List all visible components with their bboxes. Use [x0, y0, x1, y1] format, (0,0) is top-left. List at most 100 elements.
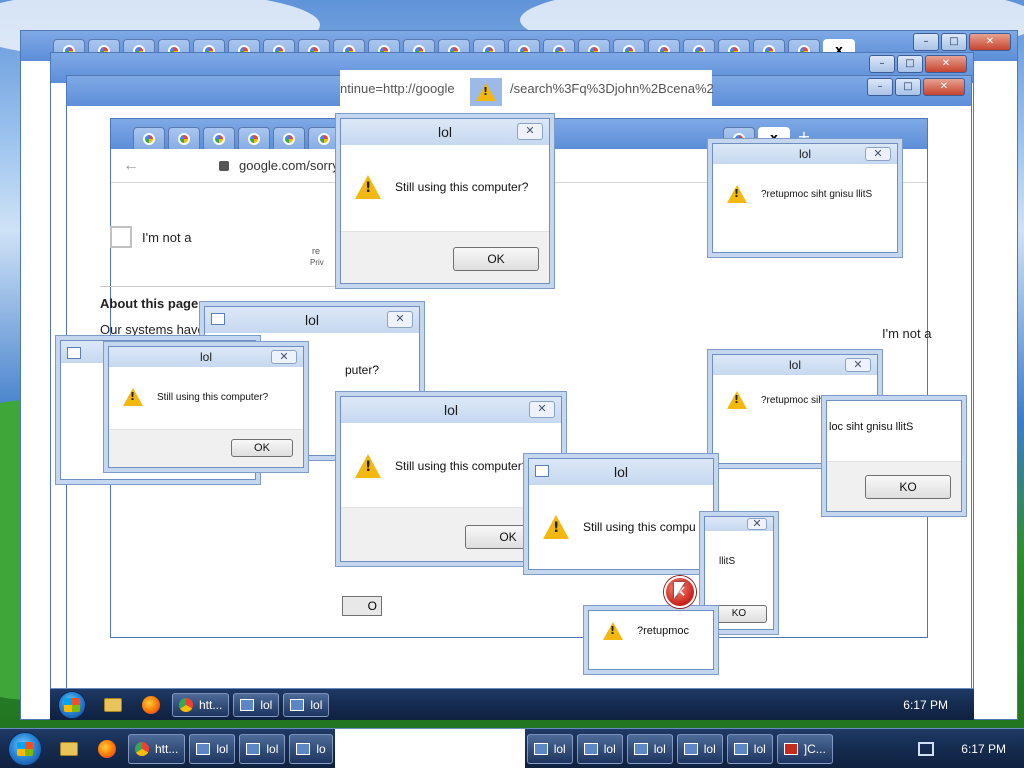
dialog-close-button[interactable]: ✕ [845, 358, 871, 372]
taskbar-item[interactable]: htt... [128, 733, 186, 764]
chrome-icon [179, 697, 193, 712]
about-heading: About this page [100, 296, 199, 311]
taskbar-clock[interactable]: 6:17 PM [961, 742, 1006, 756]
dialog-lol-mirrored: ✕ llitS KO [704, 516, 774, 630]
folder-pin[interactable] [54, 734, 84, 764]
taskbar-item[interactable]: lol [233, 692, 280, 717]
clock-time: 6:17 PM [961, 741, 1006, 756]
taskbar-item-label: lol [216, 741, 229, 756]
dialog-body: ?retupmoc [589, 611, 713, 651]
tab-google[interactable] [308, 127, 340, 149]
dialog-close-button[interactable]: ✕ [387, 311, 413, 328]
chrome-icon [143, 132, 155, 145]
dialog-close-button[interactable]: ✕ [517, 123, 543, 140]
start-button[interactable] [58, 690, 86, 719]
taskbar-item[interactable]: lol [239, 733, 286, 764]
dialog-title-text: lol [798, 147, 811, 161]
taskbar-item[interactable]: lol [576, 733, 623, 764]
taskbar: htt... lol lol lo lol lol lol lol lol ]C… [0, 728, 1024, 768]
taskbar-item-label: lol [553, 741, 566, 756]
taskbar-item[interactable]: lol [283, 692, 330, 717]
tab-google[interactable] [238, 127, 270, 149]
dialog-body: Still using this computer? [341, 145, 549, 229]
minimize-button[interactable]: – [867, 78, 893, 96]
taskbar-item[interactable]: lol [626, 733, 673, 764]
taskbar-item[interactable]: lol [526, 733, 573, 764]
window-icon [533, 742, 548, 755]
dialog-body: loc siht gnisu llitS [827, 401, 961, 453]
dialog-message-mirrored: ?retupmoc siht gnisu llitS [761, 188, 873, 200]
firefox-icon [98, 739, 116, 758]
window-caption-buttons: – □ ✕ [867, 78, 965, 96]
recaptcha-box[interactable]: I'm not a [110, 226, 200, 248]
minimize-button[interactable]: – [869, 55, 895, 73]
close-button[interactable]: ✕ [925, 55, 967, 73]
dialog-title-text: lol [304, 312, 319, 328]
chrome-icon [178, 132, 190, 145]
taskbar-item[interactable]: lol [189, 733, 236, 764]
tab-google[interactable] [273, 127, 305, 149]
tab-google[interactable] [203, 127, 235, 149]
close-button[interactable]: ✕ [969, 33, 1011, 51]
ok-button-mirrored[interactable]: KO [865, 475, 951, 499]
dialog-close-button[interactable]: ✕ [865, 147, 891, 161]
lock-icon [219, 160, 229, 171]
tab-google[interactable] [133, 127, 165, 149]
desktop: x – □ ✕ – □ ✕ – □ ✕ x + ← google.com/sor… [0, 0, 1024, 768]
window-icon [583, 742, 598, 755]
windows-logo-icon [17, 741, 33, 756]
taskbar-item-label: lol [603, 741, 616, 756]
ok-button[interactable]: OK [453, 247, 539, 271]
start-button[interactable] [8, 731, 42, 766]
taskbar-item[interactable]: lol [676, 733, 723, 764]
re-fragment: re [312, 246, 321, 256]
firefox-pin[interactable] [136, 690, 166, 720]
ok-button-mirrored[interactable]: KO [711, 605, 767, 623]
taskbar-item[interactable]: lol [726, 733, 773, 764]
folder-pin[interactable] [98, 690, 128, 720]
dialog-body: Still using this computer? [109, 367, 303, 427]
mouse-cursor-icon [674, 582, 685, 599]
close-button[interactable]: ✕ [923, 78, 965, 96]
dialog-title-text: lol [613, 464, 628, 480]
taskbar-item-label: lo [316, 741, 326, 756]
maximize-button[interactable]: □ [941, 33, 967, 51]
dialog-message: Still using this computer? [157, 391, 269, 403]
taskbar-item-label: ]C... [803, 741, 826, 756]
ok-button[interactable]: OK [231, 439, 293, 457]
dialog-close-button[interactable]: ✕ [529, 401, 555, 418]
warning-icon [727, 185, 747, 203]
window-caption-buttons: – □ ✕ [913, 33, 1011, 51]
window-icon [196, 742, 211, 755]
taskbar-item[interactable]: htt... [172, 692, 230, 717]
windows-logo-icon [64, 697, 80, 712]
warning-icon [476, 83, 496, 101]
dialog-title-text: lol [437, 124, 452, 140]
taskbar-item[interactable]: lo [289, 733, 333, 764]
warning-icon [727, 391, 747, 409]
taskbar-item[interactable]: ]C... [776, 733, 833, 764]
warning-icon [123, 388, 143, 406]
chrome-icon [248, 132, 260, 145]
chrome-icon [283, 132, 295, 145]
dialog-close-button[interactable]: ✕ [747, 518, 767, 530]
back-arrow-icon[interactable]: ← [123, 157, 139, 175]
taskbar-ghost: htt... lol lol 6:17 PM [50, 688, 974, 720]
dialog-message-partial: Still using this compu [583, 520, 696, 534]
recaptcha-checkbox[interactable] [110, 226, 132, 248]
ok-button-partial[interactable]: O [342, 596, 382, 616]
maximize-button[interactable]: □ [897, 55, 923, 73]
dialog-title: lol ✕ [109, 347, 303, 367]
dialog-lol-mirrored: ?retupmoc [588, 610, 714, 670]
dialog-message: Still using this computer? [395, 180, 529, 194]
tab-google[interactable] [168, 127, 200, 149]
minimize-button[interactable]: – [913, 33, 939, 51]
network-icon[interactable] [918, 742, 934, 756]
maximize-button[interactable]: □ [895, 78, 921, 96]
recaptcha-label-right: I'm not a [882, 326, 932, 341]
firefox-pin[interactable] [92, 734, 122, 764]
dialog-close-button[interactable]: ✕ [271, 350, 297, 364]
dialog-footer: KO [827, 461, 961, 511]
address-fragment: ntinue=http://google [340, 81, 455, 96]
app-icon [535, 465, 549, 477]
